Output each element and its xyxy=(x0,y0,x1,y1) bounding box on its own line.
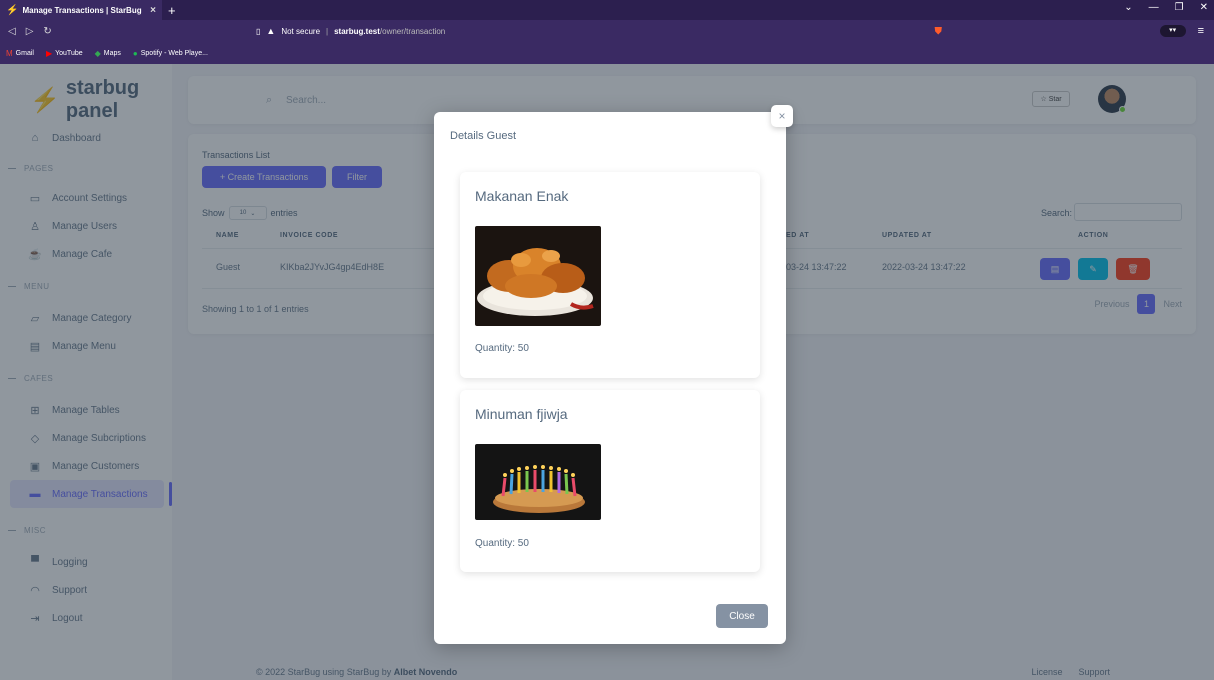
brave-shield-icon[interactable]: ⛊ xyxy=(935,26,943,37)
browser-chrome: ⚡ Manage Transactions | StarBug × + ⌄ — … xyxy=(0,0,1214,64)
item-name: Minuman fjiwja xyxy=(475,406,568,422)
gmail-icon: M xyxy=(6,48,13,58)
security-label: Not secure xyxy=(281,26,321,36)
close-button[interactable]: Close xyxy=(716,604,768,628)
item-quantity: Quantity: 50 xyxy=(475,538,529,549)
bookmarks-bar: M Gmail ▶ YouTube ◆ Maps ● Spotify - Web Pla… xyxy=(0,42,1214,64)
item-quantity: Quantity: 50 xyxy=(475,343,529,354)
window-controls: ⌄ — ❐ ✕ xyxy=(1124,2,1208,13)
bookmark-maps[interactable]: ◆ Maps xyxy=(95,49,121,58)
browser-tab-title: Manage Transactions | StarBug xyxy=(22,5,142,15)
reload-icon[interactable]: ↻ xyxy=(43,26,51,37)
minimize-icon[interactable]: — xyxy=(1149,2,1159,13)
birthday-cake-image xyxy=(475,444,601,520)
back-icon[interactable]: ◁ xyxy=(8,26,16,37)
url-text: starbug.test/owner/transaction xyxy=(334,26,446,36)
close-window-icon[interactable]: ✕ xyxy=(1200,2,1208,13)
spotify-icon: ● xyxy=(132,48,138,58)
fried-chicken-image xyxy=(475,226,601,326)
bookmark-gmail[interactable]: M Gmail xyxy=(6,49,34,58)
bookmark-page-icon[interactable]: ▯ xyxy=(256,27,260,36)
bookmark-spotify[interactable]: ● Spotify - Web Playe... xyxy=(133,49,208,58)
warning-icon: ▲ xyxy=(266,26,276,36)
tab-search-icon[interactable]: ⌄ xyxy=(1124,2,1132,13)
item-name: Makanan Enak xyxy=(475,188,569,204)
modal-title: Details Guest xyxy=(450,130,517,142)
item-card: Minuman fjiwja Quantity: 50 xyxy=(460,390,760,572)
item-card: Makanan Enak Quantity: 50 xyxy=(460,172,760,378)
close-icon[interactable]: × xyxy=(771,105,793,127)
extension-icon[interactable]: ▾▾ xyxy=(1159,25,1186,37)
forward-icon[interactable]: ▷ xyxy=(26,26,34,37)
browser-navbar: ◁ ▷ ↻ ▯ ▲ Not secure | starbug.test/owne… xyxy=(0,20,1214,42)
browser-tabbar: ⚡ Manage Transactions | StarBug × + ⌄ — … xyxy=(0,0,1214,20)
youtube-icon: ▶ xyxy=(45,48,53,58)
browser-menu-icon[interactable]: ≡ xyxy=(1198,25,1204,37)
new-tab-button[interactable]: + xyxy=(168,3,176,18)
maps-icon: ◆ xyxy=(94,48,101,58)
starbug-favicon-icon: ⚡ xyxy=(6,4,19,16)
tab-close-icon[interactable]: × xyxy=(150,5,156,16)
bookmark-youtube[interactable]: ▶ YouTube xyxy=(46,49,83,58)
browser-tab[interactable]: ⚡ Manage Transactions | StarBug × xyxy=(0,0,162,20)
details-modal: Details Guest Makanan Enak Quantity: 50 … xyxy=(434,112,786,644)
restore-icon[interactable]: ❐ xyxy=(1175,2,1184,13)
address-bar[interactable]: ▯ ▲ Not secure | starbug.test/owner/tran… xyxy=(256,23,956,39)
